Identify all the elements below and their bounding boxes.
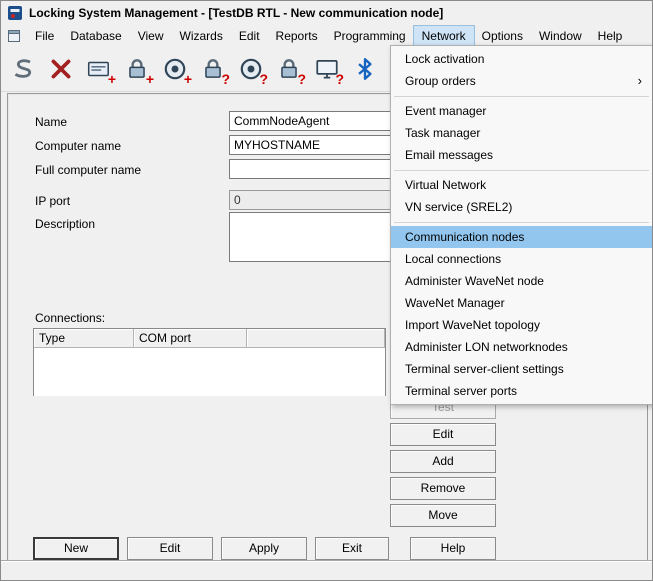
menu-separator: [391, 218, 652, 226]
icon-overlay: +: [108, 71, 116, 87]
delete-x-icon[interactable]: [45, 52, 77, 86]
connections-label: Connections:: [35, 311, 105, 326]
menu-option-email-messages[interactable]: Email messages: [391, 144, 652, 166]
lock-query-icon[interactable]: ?: [197, 52, 229, 86]
menu-network[interactable]: Network: [414, 26, 474, 46]
column-header-blank: [247, 329, 385, 348]
lock-query2-icon[interactable]: ?: [273, 52, 305, 86]
connection-remove-button[interactable]: Remove: [390, 477, 496, 500]
name-input[interactable]: [229, 111, 405, 131]
bluetooth-icon[interactable]: [349, 52, 381, 86]
ip-port-label: IP port: [35, 194, 70, 209]
connection-add-button[interactable]: Add: [390, 450, 496, 473]
menu-help[interactable]: Help: [590, 26, 631, 46]
description-input[interactable]: [229, 212, 405, 262]
menu-separator: [391, 92, 652, 100]
icon-overlay: ?: [259, 71, 268, 87]
network-menu: Lock activation Group orders › Event man…: [390, 45, 653, 405]
submenu-arrow-icon: ›: [638, 70, 642, 92]
icon-overlay: ?: [297, 71, 306, 87]
app-icon: [7, 5, 23, 21]
lock-add-icon[interactable]: +: [121, 52, 153, 86]
menu-view[interactable]: View: [130, 26, 172, 46]
menu-options[interactable]: Options: [474, 26, 531, 46]
computer-name-label: Computer name: [35, 139, 121, 154]
column-header-type: Type: [34, 329, 134, 348]
menu-option-local-connections[interactable]: Local connections: [391, 248, 652, 270]
help-button[interactable]: Help: [410, 537, 496, 560]
connections-table[interactable]: Type COM port: [33, 328, 386, 396]
description-label: Description: [35, 217, 95, 232]
menu-option-administer-lon-networknodes[interactable]: Administer LON networknodes: [391, 336, 652, 358]
menu-option-communication-nodes[interactable]: Communication nodes: [391, 226, 652, 248]
new-button[interactable]: New: [33, 537, 119, 560]
menu-option-terminal-server-client-settings[interactable]: Terminal server-client settings: [391, 358, 652, 380]
connections-table-body[interactable]: [34, 348, 385, 396]
menu-option-import-wavenet-topology[interactable]: Import WaveNet topology: [391, 314, 652, 336]
menu-option-administer-wavenet-node[interactable]: Administer WaveNet node: [391, 270, 652, 292]
status-bar: [1, 561, 652, 580]
menu-option-vn-service-srel2[interactable]: VN service (SREL2): [391, 196, 652, 218]
titlebar: Locking System Management - [TestDB RTL …: [1, 1, 652, 25]
menu-option-virtual-network[interactable]: Virtual Network: [391, 174, 652, 196]
full-computer-name-input[interactable]: [229, 159, 405, 179]
simonsvoss-logo-icon[interactable]: [7, 52, 39, 86]
menu-window[interactable]: Window: [531, 26, 590, 46]
edit-button[interactable]: Edit: [127, 537, 213, 560]
icon-overlay: ?: [335, 71, 344, 87]
menu-option-lock-activation[interactable]: Lock activation: [391, 48, 652, 70]
menu-option-label: Group orders: [405, 74, 476, 88]
menu-option-wavenet-manager[interactable]: WaveNet Manager: [391, 292, 652, 314]
menu-database[interactable]: Database: [62, 26, 129, 46]
connection-edit-button[interactable]: Edit: [390, 423, 496, 446]
menubar: File Database View Wizards Edit Reports …: [1, 25, 652, 46]
icon-overlay: ?: [221, 71, 230, 87]
menu-edit[interactable]: Edit: [231, 26, 268, 46]
computer-name-input[interactable]: [229, 135, 405, 155]
column-header-com-port: COM port: [134, 329, 247, 348]
transponder-query-icon[interactable]: ?: [235, 52, 267, 86]
menu-option-task-manager[interactable]: Task manager: [391, 122, 652, 144]
icon-overlay: +: [184, 71, 192, 87]
card-add-icon[interactable]: +: [83, 52, 115, 86]
ip-port-input: [229, 190, 405, 210]
menu-programming[interactable]: Programming: [326, 26, 414, 46]
exit-button[interactable]: Exit: [315, 537, 389, 560]
apply-button[interactable]: Apply: [221, 537, 307, 560]
monitor-query-icon[interactable]: ?: [311, 52, 343, 86]
document-icon[interactable]: [7, 29, 21, 43]
window-title: Locking System Management - [TestDB RTL …: [29, 6, 443, 20]
transponder-add-icon[interactable]: +: [159, 52, 191, 86]
menu-file[interactable]: File: [27, 26, 62, 46]
app-window: Locking System Management - [TestDB RTL …: [0, 0, 653, 581]
connection-move-button[interactable]: Move: [390, 504, 496, 527]
menu-wizards[interactable]: Wizards: [172, 26, 231, 46]
icon-overlay: +: [146, 71, 154, 87]
full-computer-name-label: Full computer name: [35, 163, 141, 178]
menu-option-event-manager[interactable]: Event manager: [391, 100, 652, 122]
menu-separator: [391, 166, 652, 174]
menu-option-group-orders[interactable]: Group orders ›: [391, 70, 652, 92]
menu-option-terminal-server-ports[interactable]: Terminal server ports: [391, 380, 652, 402]
connections-table-header: Type COM port: [34, 329, 385, 348]
menu-reports[interactable]: Reports: [268, 26, 326, 46]
name-label: Name: [35, 115, 67, 130]
